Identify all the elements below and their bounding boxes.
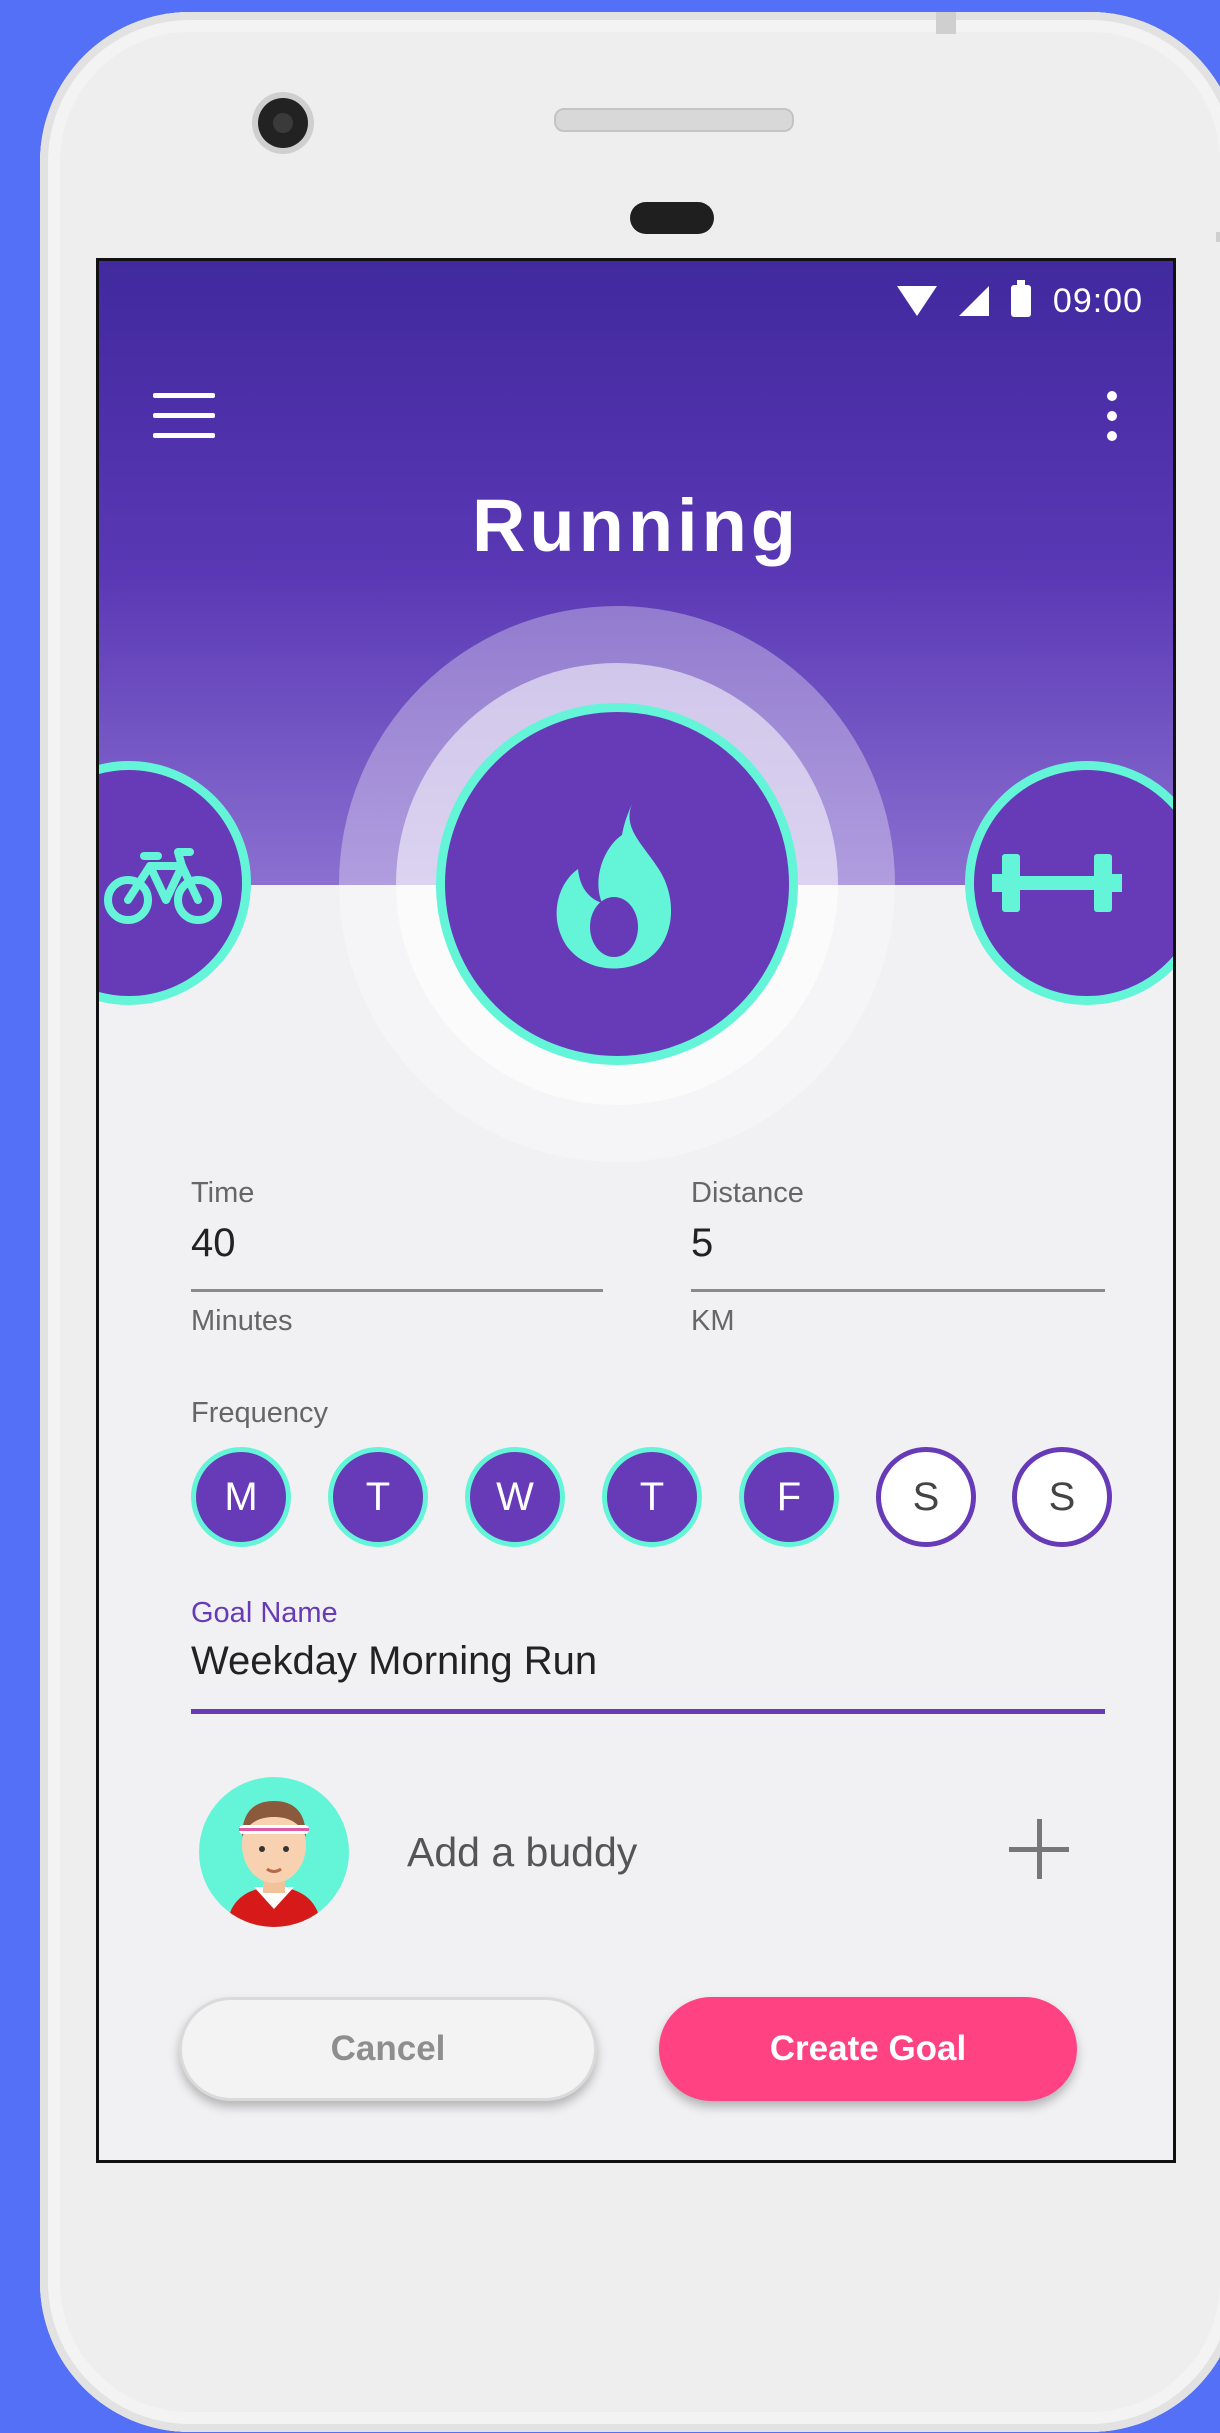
earpiece-speaker [554,108,794,132]
goal-name-input[interactable]: Weekday Morning Run [191,1639,597,1684]
avatar-illustration [227,1801,321,1927]
time-helper: Minutes [191,1305,293,1337]
front-camera [258,98,308,148]
signal-icon [958,286,989,316]
phone-top-button [936,12,956,34]
more-vert-icon[interactable] [1105,391,1119,443]
day-tuesday-toggle[interactable]: T [328,1447,428,1547]
cancel-button[interactable]: Cancel [179,1997,597,2101]
phone-side-button [1216,232,1220,242]
activity-running-button[interactable] [436,703,798,1065]
goal-name-underline [191,1709,1105,1714]
distance-label: Distance [691,1177,804,1209]
dumbbell-icon [992,854,1122,912]
day-monday-toggle[interactable]: M [191,1447,291,1547]
plus-icon[interactable] [1009,1819,1069,1879]
goal-name-label: Goal Name [191,1597,338,1629]
create-goal-button[interactable]: Create Goal [659,1997,1077,2101]
proximity-sensor [630,202,714,234]
distance-input[interactable]: 5 [691,1221,713,1266]
battery-icon [1010,280,1031,317]
time-label: Time [191,1177,255,1209]
time-input[interactable]: 40 [191,1221,236,1266]
avatar-icon[interactable] [199,1777,349,1927]
page-title: Running [471,484,800,567]
wifi-icon [896,286,937,316]
day-wednesday-toggle[interactable]: W [465,1447,565,1547]
hamburger-menu-icon[interactable] [153,393,215,441]
add-buddy-label: Add a buddy [407,1829,638,1875]
frequency-label: Frequency [191,1397,329,1429]
status-time: 09:00 [1052,281,1143,320]
day-thursday-toggle[interactable]: T [602,1447,702,1547]
day-friday-toggle[interactable]: F [739,1447,839,1547]
time-underline [191,1289,603,1292]
distance-helper: KM [691,1305,735,1337]
distance-underline [691,1289,1105,1292]
flame-icon [556,804,672,969]
app-screen: 09:00 Running Time 40 Minutes Distance 5… [96,258,1176,2163]
bicycle-icon [104,848,222,924]
day-sunday-toggle[interactable]: S [1012,1447,1112,1547]
status-bar: 09:00 [896,275,1143,327]
day-saturday-toggle[interactable]: S [876,1447,976,1547]
